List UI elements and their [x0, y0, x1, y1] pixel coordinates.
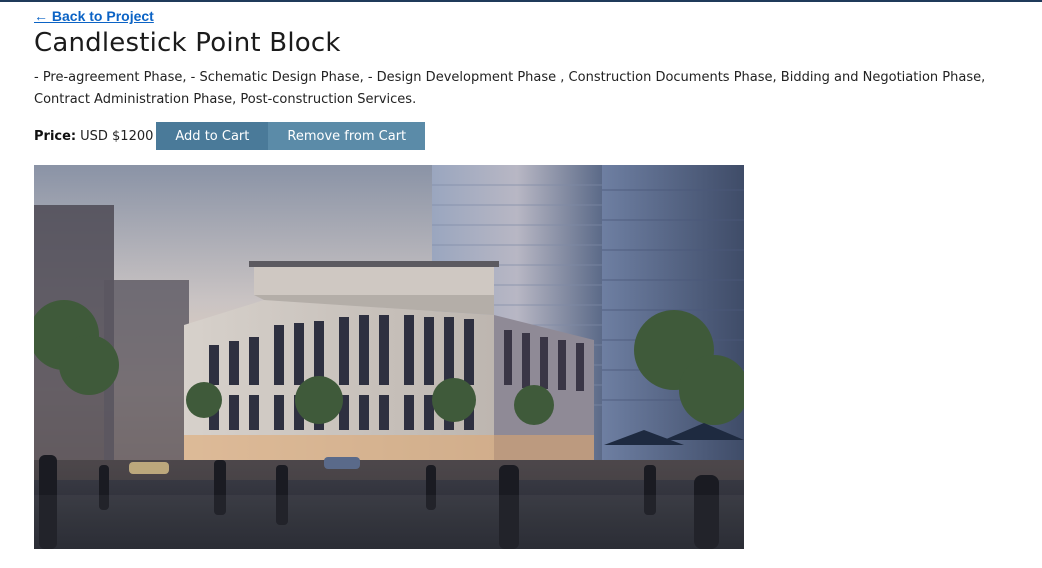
- back-to-project-link[interactable]: ← Back to Project: [34, 8, 154, 24]
- product-description: - Pre-agreement Phase, - Schematic Desig…: [34, 70, 986, 107]
- page-title: Candlestick Point Block: [34, 28, 341, 58]
- project-rendering-image: [34, 165, 744, 549]
- top-border: [0, 0, 1042, 2]
- main-content: ← Back to Project Candlestick Point Bloc…: [34, 6, 1014, 150]
- price-row: Price: USD $1200 Add to Cart Remove from…: [34, 122, 1014, 150]
- add-to-cart-button[interactable]: Add to Cart: [156, 122, 269, 150]
- price-label: Price:: [34, 128, 77, 144]
- remove-from-cart-button[interactable]: Remove from Cart: [268, 122, 426, 150]
- price-value: USD $1200: [80, 128, 154, 144]
- building-render-illustration: [34, 165, 744, 549]
